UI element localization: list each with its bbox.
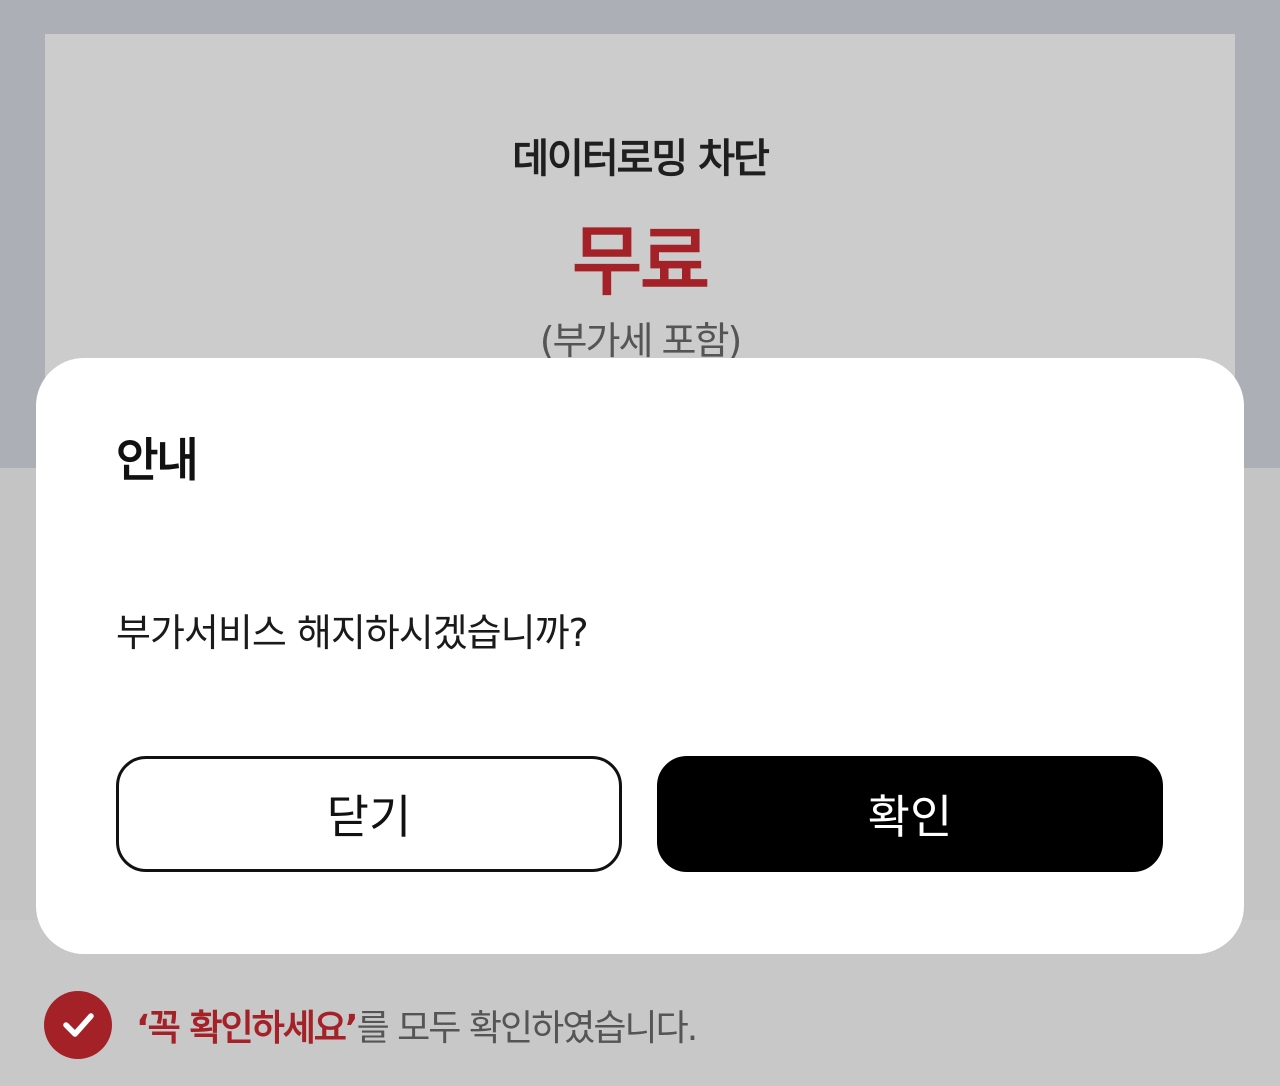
dialog-title: 안내 xyxy=(116,433,199,487)
dialog-message: 부가서비스 해지하시겠습니까? xyxy=(116,611,589,655)
checkmark-icon xyxy=(63,1013,94,1037)
check-circle-icon[interactable] xyxy=(44,991,112,1059)
vat-note: (부가세 포함) xyxy=(539,319,743,363)
confirm-button[interactable]: 확인 xyxy=(657,756,1163,872)
agreement-checkbox-row[interactable]: ‘꼭 확인하세요’를 모두 확인하였습니다. xyxy=(44,990,699,1060)
confirm-dialog: 안내 부가서비스 해지하시겠습니까? 닫기 확인 xyxy=(36,358,1244,954)
price-value: 무료 xyxy=(572,217,710,306)
agreement-highlight: ‘꼭 확인하세요’ xyxy=(136,1008,359,1049)
agreement-label: ‘꼭 확인하세요’를 모두 확인하였습니다. xyxy=(136,999,699,1051)
service-title: 데이터로밍 차단 xyxy=(512,136,770,182)
agreement-text: 를 모두 확인하였습니다. xyxy=(356,1008,699,1049)
close-button[interactable]: 닫기 xyxy=(116,756,622,872)
